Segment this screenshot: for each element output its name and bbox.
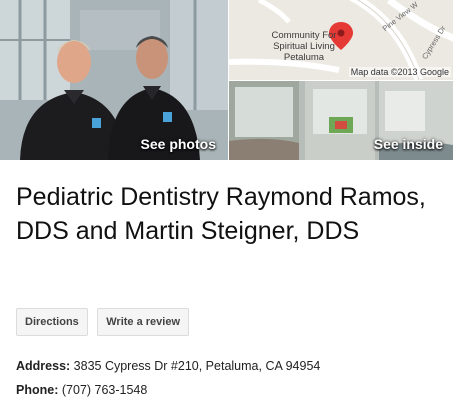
map-attribution: Map data ©2013 Google: [348, 67, 451, 77]
phone-row: Phone: (707) 763-1548: [16, 383, 147, 397]
business-name: Pediatric Dentistry Raymond Ramos, DDS a…: [16, 183, 426, 245]
address-value[interactable]: 3835 Cypress Dr #210, Petaluma, CA 94954: [74, 359, 321, 373]
see-photos-link[interactable]: See photos: [141, 136, 216, 152]
main-photo[interactable]: See photos: [0, 0, 228, 160]
address-label: Address:: [16, 359, 71, 373]
phone-value[interactable]: (707) 763-1548: [62, 383, 147, 397]
write-review-button[interactable]: Write a review: [97, 308, 190, 336]
see-inside-link[interactable]: See inside: [374, 136, 443, 152]
inside-photo[interactable]: See inside: [229, 81, 453, 160]
map-thumbnail[interactable]: Community For Spiritual Living Petaluma …: [229, 0, 453, 80]
phone-label: Phone:: [16, 383, 59, 397]
address-row: Address: 3835 Cypress Dr #210, Petaluma,…: [16, 359, 320, 373]
action-buttons: Directions Write a review: [16, 308, 194, 336]
map-place-label: Community For Spiritual Living Petaluma: [271, 30, 337, 63]
photo-strip: See photos Community For Spiritual Livin…: [0, 0, 453, 160]
directions-button[interactable]: Directions: [16, 308, 88, 336]
